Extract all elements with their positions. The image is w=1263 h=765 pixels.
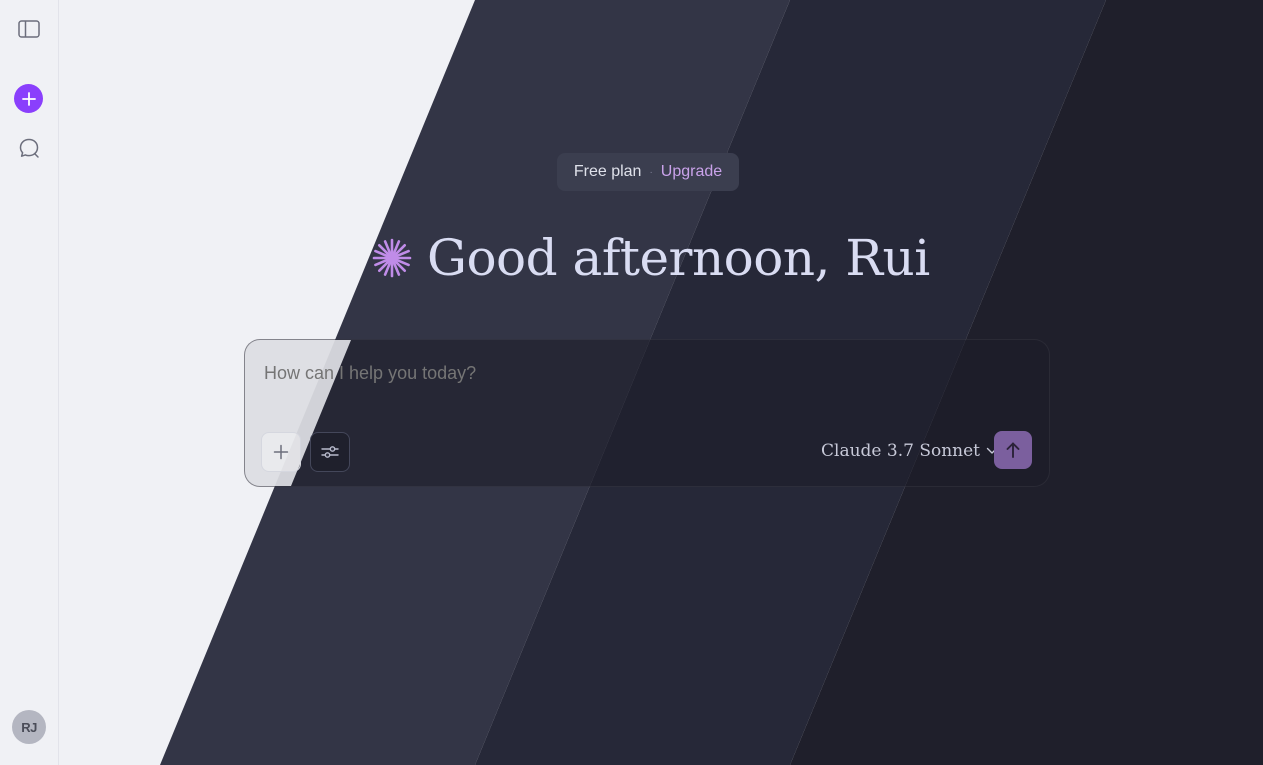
plan-separator: ·: [649, 166, 653, 178]
arrow-up-icon: [1006, 442, 1020, 458]
attach-button[interactable]: [261, 432, 301, 472]
plus-icon: [273, 444, 289, 460]
sparkle-icon: [372, 238, 412, 278]
sidebar-toggle-icon: [18, 20, 40, 38]
send-button[interactable]: [994, 431, 1032, 469]
chats-button[interactable]: [14, 133, 44, 163]
model-label: Claude 3.7 Sonnet: [821, 441, 980, 461]
greeting-text: Good afternoon, Rui: [427, 229, 930, 287]
main-area: Free plan · Upgrade Good afternoon, Rui: [59, 0, 1263, 765]
sliders-icon: [321, 446, 339, 458]
model-selector[interactable]: Claude 3.7 Sonnet: [821, 439, 998, 463]
new-chat-button[interactable]: [14, 84, 43, 113]
tools-button[interactable]: [310, 432, 350, 472]
plan-label: Free plan: [573, 163, 642, 180]
composer: Claude 3.7 Sonnet: [244, 339, 1050, 487]
chat-bubble-icon: [19, 138, 39, 158]
sidebar-toggle-button[interactable]: [14, 14, 44, 44]
plus-icon: [21, 91, 36, 106]
upgrade-link[interactable]: Upgrade: [661, 163, 722, 181]
user-avatar[interactable]: RJ: [12, 710, 46, 744]
plan-badge: Free plan · Upgrade: [557, 153, 739, 191]
greeting: Good afternoon, Rui: [371, 222, 930, 294]
sidebar: RJ: [0, 0, 59, 765]
avatar-initials: RJ: [21, 719, 37, 735]
message-input[interactable]: [262, 360, 1026, 386]
